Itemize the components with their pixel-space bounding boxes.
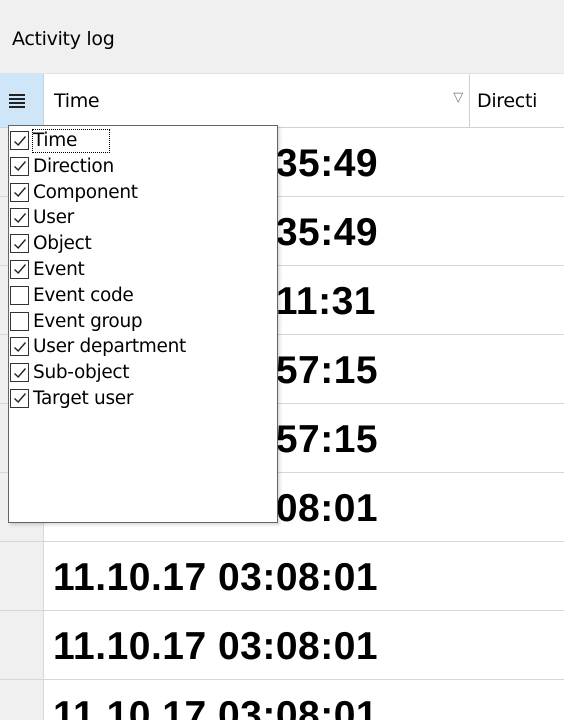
grid-header: Time ▽ Directi (0, 74, 564, 128)
checkbox[interactable] (10, 234, 29, 254)
menu-item-label: Object (33, 233, 92, 255)
checkmark-icon (13, 393, 26, 404)
menu-item-label: Target user (33, 387, 134, 409)
time-cell: 11.10.17 03:08:01 (53, 556, 379, 599)
checkbox[interactable] (10, 131, 29, 150)
checkbox[interactable] (10, 285, 29, 305)
column-header-label: Directi (477, 90, 538, 112)
menu-item-label: Direction (33, 155, 114, 177)
menu-item-label: Event (33, 258, 85, 280)
checkmark-icon (13, 341, 26, 352)
row-indicator[interactable] (0, 542, 44, 610)
checkmark-icon (13, 135, 26, 146)
checkbox[interactable] (10, 208, 29, 228)
column-header-time[interactable]: Time ▽ (44, 74, 470, 127)
column-chooser-menu: Time Direction Component User Object Eve… (8, 125, 278, 523)
sort-triangle-icon[interactable]: ▽ (453, 90, 463, 105)
menu-item-label: User (33, 207, 74, 229)
menu-item-label: Event code (33, 284, 134, 306)
checkbox[interactable] (10, 182, 29, 202)
menu-item-event[interactable]: Event (9, 258, 277, 284)
activity-log-window: Activity log Time ▽ Directi 11.10.17 20:… (0, 0, 564, 720)
menu-item-object[interactable]: Object (9, 232, 277, 258)
column-header-direction[interactable]: Directi (470, 74, 564, 127)
table-row[interactable]: 11.10.17 03:08:01 (0, 611, 564, 680)
column-chooser-button[interactable] (0, 74, 44, 127)
checkbox[interactable] (10, 156, 29, 176)
table-row[interactable]: 11.10.17 03:08:01 (0, 542, 564, 611)
checkmark-icon (13, 212, 26, 223)
table-row[interactable]: 11.10.17 03:08:01 (0, 680, 564, 720)
menu-item-event-group[interactable]: Event group (9, 310, 277, 336)
checkbox[interactable] (10, 259, 29, 279)
menu-item-label: Time (31, 129, 111, 153)
window-title: Activity log (12, 28, 115, 50)
list-lines-icon (8, 93, 25, 108)
checkbox[interactable] (10, 311, 29, 331)
checkbox[interactable] (10, 388, 29, 408)
menu-item-label: User department (33, 336, 186, 358)
menu-item-label: Event group (33, 310, 143, 332)
time-cell: 11.10.17 03:08:01 (53, 625, 379, 668)
time-cell: 11.10.17 03:08:01 (53, 694, 379, 720)
row-indicator[interactable] (0, 611, 44, 679)
menu-item-label: Sub-object (33, 362, 130, 384)
checkmark-icon (13, 161, 26, 172)
checkbox[interactable] (10, 337, 29, 357)
column-header-label: Time (54, 90, 100, 112)
menu-item-component[interactable]: Component (9, 181, 277, 207)
menu-item-user[interactable]: User (9, 206, 277, 232)
checkmark-icon (13, 187, 26, 198)
checkmark-icon (13, 367, 26, 378)
menu-item-target-user[interactable]: Target user (9, 387, 277, 413)
menu-item-direction[interactable]: Direction (9, 155, 277, 181)
menu-item-time[interactable]: Time (9, 129, 277, 155)
menu-item-user-department[interactable]: User department (9, 335, 277, 361)
checkbox[interactable] (10, 363, 29, 383)
row-indicator[interactable] (0, 680, 44, 720)
title-bar: Activity log (0, 0, 564, 74)
menu-item-label: Component (33, 181, 138, 203)
checkmark-icon (13, 238, 26, 249)
menu-item-sub-object[interactable]: Sub-object (9, 361, 277, 387)
checkmark-icon (13, 264, 26, 275)
menu-item-event-code[interactable]: Event code (9, 284, 277, 310)
